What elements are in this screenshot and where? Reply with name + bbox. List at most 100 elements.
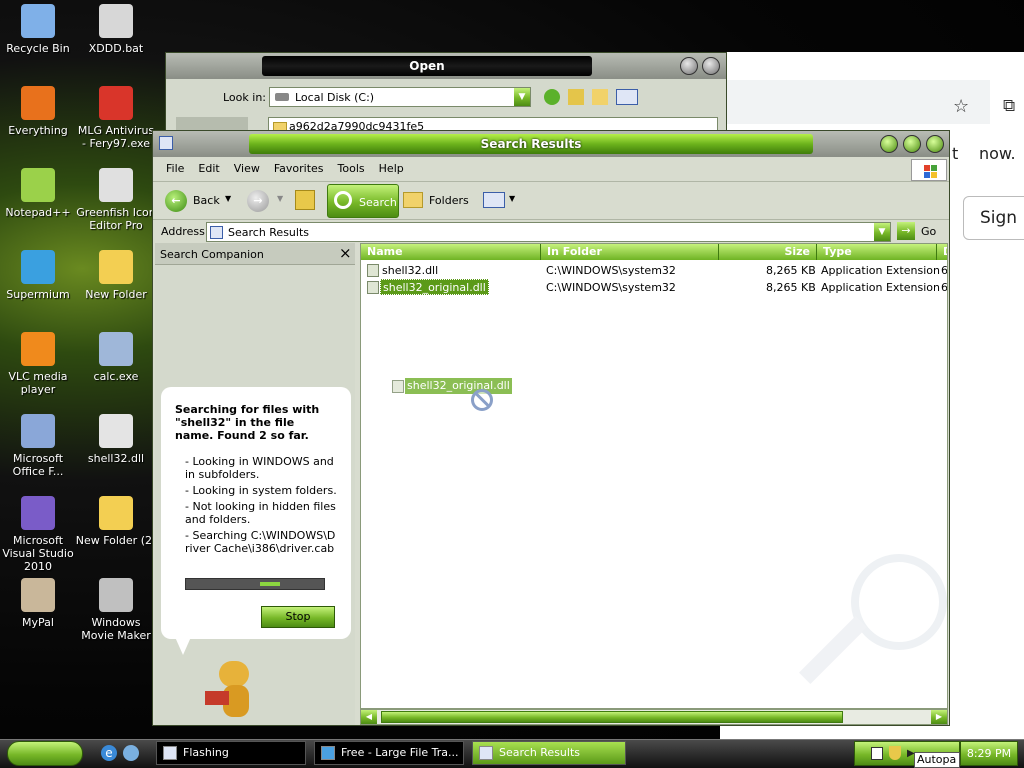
chevron-down-icon[interactable]: ▼ [514, 88, 530, 106]
tray-shield-icon[interactable] [889, 746, 901, 760]
go-arrow-icon: → [897, 222, 915, 240]
dll-file-icon [367, 281, 379, 294]
close-icon[interactable]: × [339, 244, 352, 262]
help-button[interactable] [680, 57, 698, 75]
go-button[interactable]: → Go [897, 222, 939, 242]
desktop-icon[interactable]: Microsoft Visual Studio 2010 [0, 496, 79, 573]
column-header-date[interactable]: D [937, 244, 947, 260]
close-button[interactable] [926, 135, 944, 153]
gear-file-icon [99, 4, 133, 38]
open-dialog-title: Open [262, 56, 592, 76]
go-label: Go [921, 225, 937, 238]
desktop-icon[interactable]: VLC media player [0, 332, 79, 396]
window-icon [163, 746, 177, 760]
desktop-icon[interactable]: XDDD.bat [75, 4, 157, 55]
up-folder-icon[interactable] [295, 190, 315, 210]
taskbar-item[interactable]: Flashing [156, 741, 306, 765]
menu-item[interactable]: Tools [338, 162, 365, 175]
address-bar: Address Search Results ▼ → Go [153, 219, 949, 243]
cell-type: Application Extension [821, 264, 940, 277]
look-in-label: Look in: [223, 91, 266, 104]
scroll-left-arrow[interactable]: ◀ [361, 710, 377, 724]
menu-item[interactable]: View [234, 162, 260, 175]
desktop-icon[interactable]: New Folder [75, 250, 157, 301]
column-header-size[interactable]: Size [719, 244, 817, 260]
back-dropdown-icon[interactable]: ▼ [225, 194, 231, 203]
view-menu-icon[interactable] [616, 89, 638, 105]
recycle-bin-icon [21, 4, 55, 38]
forward-dropdown-icon[interactable]: ▼ [277, 194, 283, 203]
desktop-icon[interactable]: Windows Movie Maker [75, 578, 157, 642]
menu-item[interactable]: Help [379, 162, 404, 175]
desktop-icon[interactable]: Microsoft Office F... [0, 414, 79, 478]
calculator-icon [99, 332, 133, 366]
folders-button[interactable]: Folders [403, 190, 469, 212]
views-button[interactable]: ▼ [483, 191, 517, 211]
desktop-icon[interactable]: Recycle Bin [0, 4, 79, 55]
desktop-icon[interactable]: calc.exe [75, 332, 157, 383]
forward-button[interactable]: → [247, 190, 269, 212]
table-row[interactable]: shell32.dll C:\WINDOWS\system32 8,265 KB… [361, 262, 947, 279]
desktop-icon[interactable]: Supermium [0, 250, 79, 301]
explorer-quicklaunch-icon[interactable] [123, 745, 139, 761]
clock[interactable]: 8:29 PM [960, 741, 1018, 766]
back-label: Back [193, 194, 220, 207]
taskbar-item[interactable]: Search Results [472, 741, 626, 765]
address-input[interactable]: Search Results ▼ [206, 222, 891, 242]
desktop-icon[interactable]: Greenfish Icon Editor Pro [75, 168, 157, 232]
magnifier-icon [334, 191, 352, 209]
desktop-icon[interactable]: Notepad++ [0, 168, 79, 219]
menu-item[interactable]: File [166, 162, 184, 175]
search-window-titlebar[interactable]: Search Results [153, 131, 949, 157]
column-header-name[interactable]: Name [361, 244, 541, 260]
back-button[interactable]: ← Back ▼ [165, 190, 235, 212]
back-icon[interactable] [544, 89, 560, 105]
scroll-thumb[interactable] [381, 711, 843, 723]
start-button[interactable] [7, 741, 83, 766]
new-folder-icon[interactable] [592, 89, 608, 105]
up-folder-icon[interactable] [568, 89, 584, 105]
desktop-icon[interactable]: Everything [0, 86, 79, 137]
desktop-icon-label: MyPal [22, 616, 54, 629]
ie-quicklaunch-icon[interactable]: e [101, 745, 117, 761]
film-icon [99, 578, 133, 612]
tray-document-icon[interactable] [871, 747, 883, 760]
close-button[interactable] [702, 57, 720, 75]
tray-tooltip: Autopa [914, 752, 960, 768]
status-bullet: - Not looking in hidden files and folder… [185, 500, 336, 526]
desktop-icon[interactable]: MLG Antivirus - Fery97.exe [75, 86, 157, 150]
extensions-icon[interactable]: ⧉ [1003, 96, 1015, 116]
desktop-icon[interactable]: MyPal [0, 578, 79, 629]
minimize-button[interactable] [880, 135, 898, 153]
search-button[interactable]: Search [327, 184, 399, 218]
desktop-icon-label: Recycle Bin [6, 42, 70, 55]
cell-date: 6 [941, 281, 948, 294]
column-header-type[interactable]: Type [817, 244, 937, 260]
chevron-down-icon[interactable]: ▼ [874, 223, 890, 241]
desktop-icon[interactable]: shell32.dll [75, 414, 157, 465]
taskbar-item[interactable]: Free - Large File Tra... [314, 741, 464, 765]
stop-button[interactable]: Stop [261, 606, 335, 628]
maximize-button[interactable] [903, 135, 921, 153]
menu-item[interactable]: Favorites [274, 162, 324, 175]
cell-size: 8,265 KB [766, 264, 816, 277]
sign-in-button[interactable]: Sign [963, 196, 1024, 240]
folders-label: Folders [429, 194, 469, 207]
table-row-selected[interactable]: shell32_original.dll C:\WINDOWS\system32… [361, 279, 948, 296]
raccoon-icon [21, 578, 55, 612]
companion-title: Search Companion [160, 248, 264, 261]
bookmark-star-icon[interactable]: ☆ [953, 96, 969, 117]
desktop-icon[interactable]: New Folder (2) [75, 496, 157, 547]
scroll-right-arrow[interactable]: ▶ [931, 710, 947, 724]
horizontal-scrollbar[interactable]: ◀ ▶ [360, 709, 948, 725]
search-results-icon [210, 226, 223, 239]
folders-icon [403, 192, 423, 208]
status-bubble: Searching for files with "shell32" in th… [161, 387, 351, 639]
column-header-folder[interactable]: In Folder [541, 244, 719, 260]
menu-item[interactable]: Edit [198, 162, 219, 175]
look-in-select[interactable]: Local Disk (C:) ▼ [269, 87, 531, 107]
cell-name: shell32.dll [382, 264, 439, 277]
window-menu-icon[interactable] [159, 136, 173, 150]
open-dialog-titlebar[interactable]: Open [166, 53, 726, 79]
no-drop-cursor-icon [471, 389, 493, 411]
